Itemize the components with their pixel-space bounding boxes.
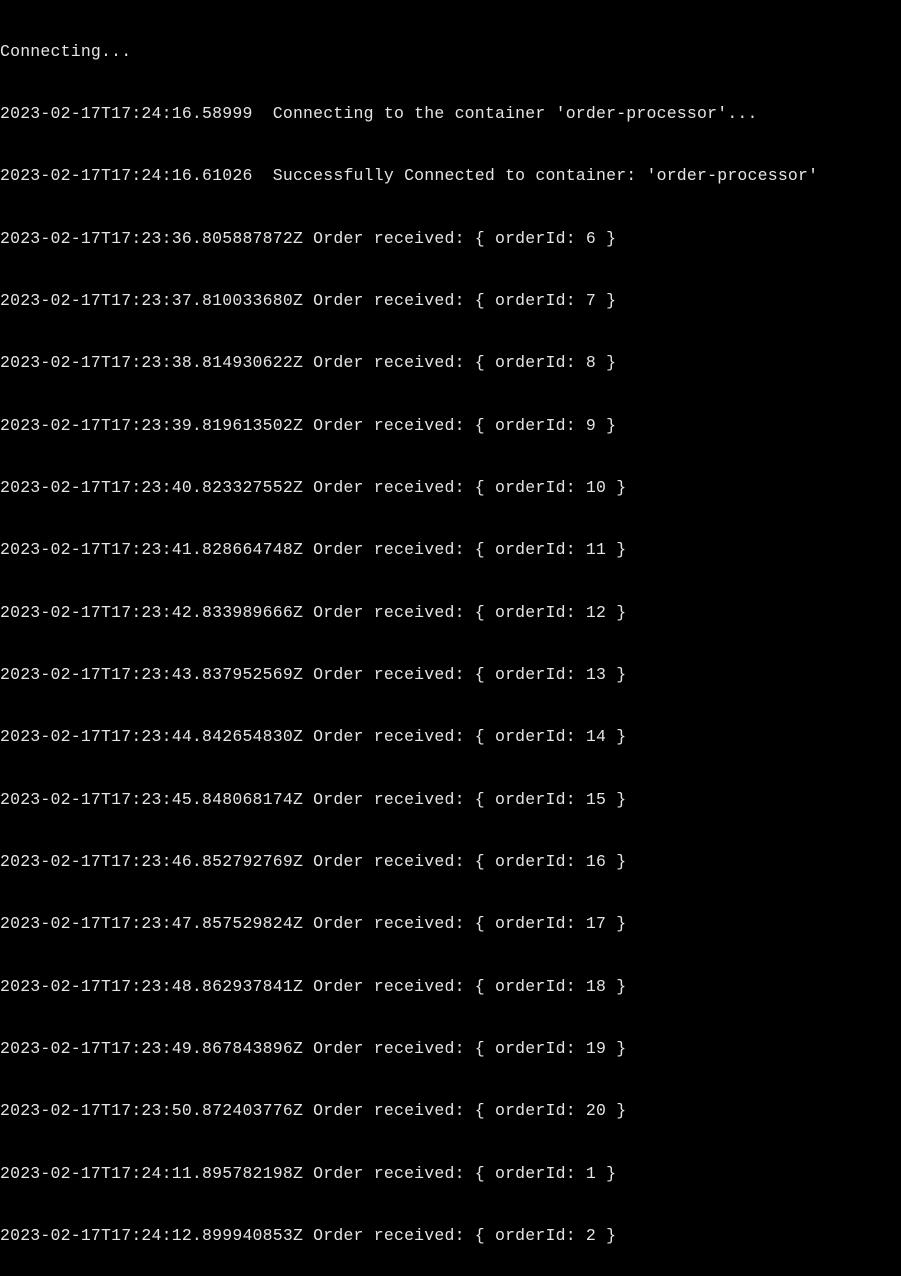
log-line: 2023-02-17T17:23:47.857529824Z Order rec… bbox=[0, 914, 901, 935]
log-line: 2023-02-17T17:23:43.837952569Z Order rec… bbox=[0, 665, 901, 686]
log-line: 2023-02-17T17:23:37.810033680Z Order rec… bbox=[0, 291, 901, 312]
log-line: Connecting... bbox=[0, 42, 901, 63]
log-line: 2023-02-17T17:23:41.828664748Z Order rec… bbox=[0, 540, 901, 561]
log-line: 2023-02-17T17:24:11.895782198Z Order rec… bbox=[0, 1164, 901, 1185]
log-line: 2023-02-17T17:23:44.842654830Z Order rec… bbox=[0, 727, 901, 748]
log-line: 2023-02-17T17:23:36.805887872Z Order rec… bbox=[0, 229, 901, 250]
terminal-output: Connecting... 2023-02-17T17:24:16.58999 … bbox=[0, 0, 901, 1276]
log-line: 2023-02-17T17:23:40.823327552Z Order rec… bbox=[0, 478, 901, 499]
log-line: 2023-02-17T17:24:16.58999 Connecting to … bbox=[0, 104, 901, 125]
log-line: 2023-02-17T17:23:45.848068174Z Order rec… bbox=[0, 790, 901, 811]
log-line: 2023-02-17T17:23:49.867843896Z Order rec… bbox=[0, 1039, 901, 1060]
log-line: 2023-02-17T17:23:50.872403776Z Order rec… bbox=[0, 1101, 901, 1122]
log-line: 2023-02-17T17:23:46.852792769Z Order rec… bbox=[0, 852, 901, 873]
log-line: 2023-02-17T17:24:12.899940853Z Order rec… bbox=[0, 1226, 901, 1247]
log-line: 2023-02-17T17:23:39.819613502Z Order rec… bbox=[0, 416, 901, 437]
log-line: 2023-02-17T17:23:42.833989666Z Order rec… bbox=[0, 603, 901, 624]
log-line: 2023-02-17T17:24:16.61026 Successfully C… bbox=[0, 166, 901, 187]
log-line: 2023-02-17T17:23:48.862937841Z Order rec… bbox=[0, 977, 901, 998]
log-line: 2023-02-17T17:23:38.814930622Z Order rec… bbox=[0, 353, 901, 374]
